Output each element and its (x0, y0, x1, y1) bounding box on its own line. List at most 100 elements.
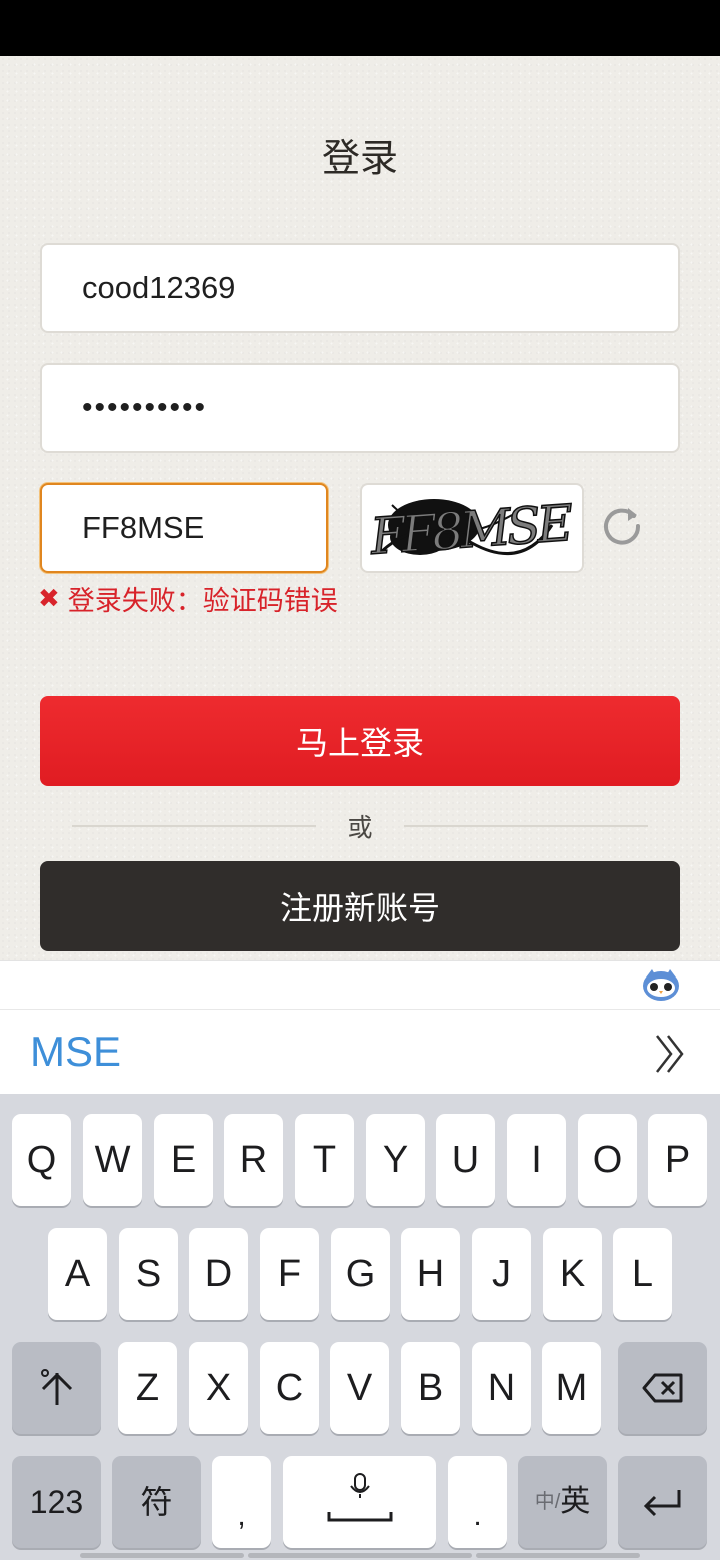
error-message: ✖ 登录失败：验证码错误 (38, 581, 338, 616)
key-l[interactable]: L (613, 1228, 672, 1320)
password-field[interactable] (40, 363, 680, 453)
key-i[interactable]: I (507, 1114, 566, 1206)
key-q[interactable]: Q (12, 1114, 71, 1206)
space-icon (327, 1473, 392, 1522)
key-label: K (559, 1253, 586, 1295)
key-a[interactable]: A (48, 1228, 107, 1320)
key-u[interactable]: U (436, 1114, 495, 1206)
expand-icon[interactable] (654, 1034, 688, 1074)
key-label: Z (135, 1367, 160, 1409)
key-x[interactable]: X (189, 1342, 248, 1434)
microphone-icon (353, 1473, 366, 1491)
key-label: D (204, 1253, 233, 1295)
key-j[interactable]: J (472, 1228, 531, 1320)
candidate-word[interactable]: MSE (30, 1028, 121, 1076)
key-e[interactable]: E (154, 1114, 213, 1206)
key-label: X (205, 1367, 232, 1409)
key-label: , (237, 1499, 246, 1532)
captcha-graphic: FF8MSE FF8MSE (367, 493, 576, 567)
key-h[interactable]: H (401, 1228, 460, 1320)
keyboard: Q W E R T Y U I O P A S D F G H J K L Z … (0, 1094, 720, 1560)
key-label: C (275, 1367, 304, 1409)
shift-key[interactable] (12, 1342, 101, 1434)
key-label: W (94, 1139, 131, 1181)
key-k[interactable]: K (543, 1228, 602, 1320)
period-key[interactable]: . (448, 1456, 507, 1548)
key-label: J (492, 1253, 511, 1295)
key-s[interactable]: S (119, 1228, 178, 1320)
mascot-icon[interactable] (642, 967, 680, 1003)
key-label: T (312, 1139, 337, 1181)
key-f[interactable]: F (260, 1228, 319, 1320)
key-label: Y (382, 1139, 409, 1181)
register-button[interactable]: 注册新账号 (40, 861, 680, 951)
key-label: Q (26, 1139, 57, 1181)
backspace-icon (642, 1373, 682, 1403)
numbers-key[interactable]: 123 (12, 1456, 101, 1548)
backspace-key[interactable] (618, 1342, 707, 1434)
key-z[interactable]: Z (118, 1342, 177, 1434)
captcha-text-shadow: FF8MSE (368, 494, 575, 566)
home-indicator-left (80, 1553, 244, 1558)
shift-icon (40, 1369, 72, 1405)
key-label: B (417, 1367, 444, 1409)
key-label: O (592, 1139, 623, 1181)
divider-text: 或 (347, 814, 373, 842)
status-bar (0, 0, 720, 56)
error-icon: ✖ (38, 583, 60, 613)
login-page: 登录 FF8MSE FF8MSE ✖ 登录失败：验证码错误 马上登录 或 注册新… (0, 56, 720, 960)
username-field[interactable] (40, 243, 680, 333)
key-label: . (473, 1499, 482, 1532)
space-key[interactable] (283, 1456, 436, 1548)
key-label: 英 (560, 1485, 591, 1518)
key-label: E (170, 1139, 197, 1181)
key-v[interactable]: V (330, 1342, 389, 1434)
enter-key[interactable] (618, 1456, 707, 1548)
key-m[interactable]: M (542, 1342, 601, 1434)
key-b[interactable]: B (401, 1342, 460, 1434)
key-label: V (346, 1367, 373, 1409)
key-label: R (239, 1139, 268, 1181)
language-switch-key[interactable]: 中/英 (518, 1456, 607, 1548)
key-label: N (487, 1367, 516, 1409)
comma-key[interactable]: , (212, 1456, 271, 1548)
symbols-key[interactable]: 符 (112, 1456, 201, 1548)
key-label: 符 (140, 1484, 173, 1520)
key-p[interactable]: P (648, 1114, 707, 1206)
key-t[interactable]: T (295, 1114, 354, 1206)
key-label: I (531, 1139, 542, 1181)
key-label: M (555, 1367, 588, 1409)
key-o[interactable]: O (578, 1114, 637, 1206)
key-g[interactable]: G (331, 1228, 390, 1320)
page-title: 登录 (321, 138, 398, 180)
key-label: 123 (29, 1484, 84, 1520)
key-label: S (135, 1253, 162, 1295)
key-label: H (416, 1253, 445, 1295)
key-label: F (277, 1253, 302, 1295)
key-label: P (664, 1139, 691, 1181)
divider-right (404, 825, 648, 827)
error-text: 登录失败：验证码错误 (67, 585, 338, 616)
home-indicator-center (248, 1553, 472, 1558)
key-label: U (451, 1139, 480, 1181)
key-r[interactable]: R (224, 1114, 283, 1206)
key-label: G (345, 1253, 376, 1295)
captcha-image[interactable]: FF8MSE FF8MSE (360, 483, 584, 573)
captcha-input[interactable] (82, 485, 306, 571)
divider-left (72, 825, 316, 827)
candidate-bar: MSE (0, 1010, 720, 1094)
key-d[interactable]: D (189, 1228, 248, 1320)
key-y[interactable]: Y (366, 1114, 425, 1206)
ime-toolbar (0, 960, 720, 1010)
login-button[interactable]: 马上登录 (40, 696, 680, 786)
key-w[interactable]: W (83, 1114, 142, 1206)
password-input[interactable] (82, 365, 658, 451)
key-n[interactable]: N (472, 1342, 531, 1434)
username-input[interactable] (82, 245, 658, 331)
key-c[interactable]: C (260, 1342, 319, 1434)
captcha-field[interactable] (40, 483, 328, 573)
refresh-icon[interactable] (600, 502, 644, 546)
enter-icon (643, 1490, 680, 1517)
key-label-secondary: 中/ (534, 1491, 561, 1513)
key-label: L (631, 1253, 654, 1295)
